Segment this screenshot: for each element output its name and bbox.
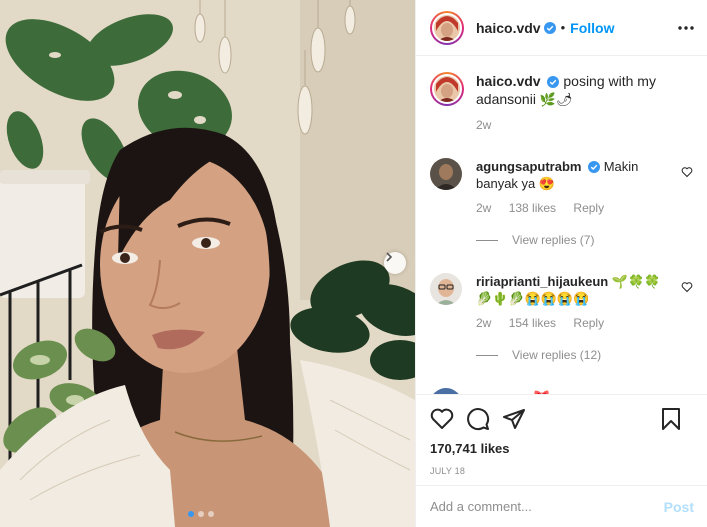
verified-badge-icon	[543, 21, 556, 34]
post-comment-button[interactable]: Post	[664, 499, 694, 515]
author-avatar-image	[434, 14, 460, 41]
caption-timestamp[interactable]: 2w	[476, 118, 491, 132]
comment-username[interactable]: agungsaputrabm	[476, 159, 581, 174]
comments-list[interactable]: haico.vdv posing with my adansonii 🌿🌶 2w	[416, 56, 707, 394]
view-replies-button[interactable]: View replies (7)	[476, 233, 693, 247]
view-replies-line	[476, 239, 498, 241]
heart-icon	[681, 282, 693, 293]
bookmark-icon	[662, 408, 680, 430]
comment-likes[interactable]: 138 likes	[509, 201, 556, 215]
comment-avatar[interactable]	[430, 158, 462, 190]
comment-likes[interactable]: 154 likes	[509, 316, 556, 330]
more-horizontal-icon	[678, 25, 694, 30]
likes-count[interactable]: 170,741 likes	[430, 441, 694, 456]
carousel-dot	[208, 511, 214, 517]
like-button[interactable]	[430, 408, 454, 430]
reply-button[interactable]: Reply	[573, 201, 604, 215]
comment-composer: Post	[416, 485, 707, 527]
comment-timestamp[interactable]: 2w	[476, 316, 491, 330]
verified-badge-icon	[588, 161, 601, 173]
more-options-button[interactable]	[677, 25, 695, 31]
comment-like-button[interactable]	[681, 281, 693, 296]
comment-like-button[interactable]	[681, 166, 693, 181]
post-header: haico.vdv • Follow	[416, 0, 707, 56]
header-separator: •	[560, 20, 566, 35]
comment-input[interactable]	[430, 499, 664, 514]
comment-avatar[interactable]	[430, 273, 462, 305]
post-photo-illustration	[0, 0, 415, 527]
post-details-pane: haico.vdv • Follow haico.vdv posing with…	[415, 0, 707, 527]
share-button[interactable]	[502, 407, 526, 431]
comment-item: agungsaputrabm Makin banyak ya 😍 2w 138	[430, 158, 693, 247]
comment-item: ririaprianti_hijaukeun 🌱🍀🍀🥬🌵🥬😭😭😭😭 2w 154…	[430, 273, 693, 362]
heart-icon	[430, 408, 454, 429]
heart-icon	[681, 167, 693, 178]
view-replies-label: View replies (12)	[512, 348, 602, 362]
carousel-indicator	[188, 511, 214, 517]
caption-avatar-image	[434, 76, 460, 102]
verified-badge-icon	[547, 76, 560, 88]
carousel-next-button[interactable]	[384, 252, 406, 274]
follow-button[interactable]: Follow	[570, 20, 614, 36]
comment-button[interactable]	[466, 407, 490, 431]
reply-button[interactable]: Reply	[573, 316, 604, 330]
comment-timestamp[interactable]: 2w	[476, 201, 491, 215]
post-actions: 170,741 likes JULY 18	[416, 394, 707, 476]
view-replies-button[interactable]: View replies (12)	[476, 348, 693, 362]
caption-username[interactable]: haico.vdv	[476, 73, 541, 89]
comment-emoji: 😍	[538, 176, 556, 191]
view-replies-label: View replies (7)	[512, 233, 595, 247]
carousel-dot	[188, 511, 194, 517]
view-replies-line	[476, 354, 498, 356]
chevron-right-icon	[386, 252, 393, 262]
save-button[interactable]	[660, 407, 682, 431]
share-icon	[503, 409, 525, 429]
caption-avatar[interactable]	[430, 72, 464, 106]
post-photo[interactable]	[0, 0, 415, 527]
comment-username[interactable]: ririaprianti_hijaukeun	[476, 274, 608, 289]
comment-icon	[467, 408, 490, 431]
caption-emoji: 🌿🌶	[539, 92, 573, 107]
author-username[interactable]: haico.vdv	[476, 20, 541, 36]
carousel-dot	[198, 511, 204, 517]
caption: haico.vdv posing with my adansonii 🌿🌶 2w	[430, 72, 693, 132]
author-avatar[interactable]	[430, 10, 464, 45]
post-date[interactable]: JULY 18	[430, 466, 694, 476]
